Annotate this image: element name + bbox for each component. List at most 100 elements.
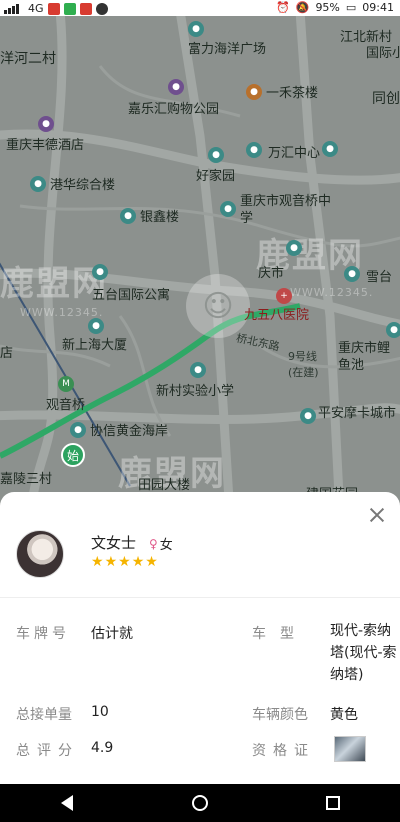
poi-jialehui-pin[interactable]: ●	[168, 79, 184, 95]
star-icon: ★	[104, 554, 118, 570]
poi-pin-extra-2[interactable]: ●	[344, 266, 360, 282]
poi-wutai-pin[interactable]: ●	[92, 264, 108, 280]
school-icon-2: ●	[190, 362, 206, 378]
poi-label: 协信黄金海岸	[90, 424, 169, 439]
poi-label-fengde: 重庆丰德酒店	[6, 138, 85, 153]
rating-stars: ★ ★ ★ ★ ★	[91, 555, 158, 569]
poi-label-pingan: 平安摩卡城市	[318, 406, 397, 421]
back-icon	[60, 795, 73, 811]
back-button[interactable]	[47, 788, 87, 818]
label-qingshi: 庆市	[258, 266, 285, 281]
status-left: 4G	[4, 2, 108, 15]
score-value: 4.9	[91, 740, 114, 756]
score-label: 总评分	[16, 743, 79, 759]
building-icon-5: ●	[286, 240, 302, 256]
model-label: 车 型	[252, 626, 294, 642]
start-marker[interactable]: 始	[61, 443, 85, 467]
building-icon-2: ●	[322, 141, 338, 157]
poi-label: 一禾茶楼	[266, 86, 319, 101]
poi-xiexin[interactable]: ● 协信黄金海岸	[70, 420, 168, 439]
recents-button[interactable]	[313, 788, 353, 818]
building-icon-9: ●	[70, 421, 86, 438]
app-notification-icon-3	[95, 2, 108, 15]
poi-guanyinqiao-school-pin[interactable]: ●	[220, 201, 236, 217]
signal-icon	[4, 3, 24, 14]
poi-label-xinshanghai: 新上海大厦	[62, 338, 128, 353]
cert-label: 资格证	[252, 743, 315, 759]
poi-wanhui-pin-2[interactable]: ●	[322, 141, 338, 157]
poi-yihe[interactable]: ● 一禾茶楼	[246, 82, 318, 101]
poi-guanyinqiao-metro-pin[interactable]: M	[58, 376, 74, 392]
label-metro-line: 9号线	[288, 350, 317, 363]
star-icon: ★	[118, 554, 131, 570]
poi-pingan-pin[interactable]: ●	[300, 408, 316, 424]
app-notification-icon-2	[79, 2, 92, 15]
hotel-icon: ●	[38, 116, 54, 132]
alarm-icon: ⏰	[276, 1, 290, 14]
poi-ganghua[interactable]: ● 港华综合楼	[30, 174, 115, 193]
network-label: 4G	[28, 2, 44, 15]
poi-label: 港华综合楼	[50, 178, 116, 193]
building-icon-3: ●	[30, 175, 46, 192]
battery-icon: ▭	[345, 1, 357, 14]
hospital-icon: +	[276, 288, 292, 304]
home-icon	[191, 795, 208, 811]
driver-gender: ♀ 女	[149, 534, 173, 554]
star-icon: ★	[91, 554, 104, 570]
metro-icon: M	[58, 376, 74, 392]
plate-label: 车牌号	[16, 626, 70, 642]
recents-icon	[326, 796, 341, 810]
building-icon-4: ●	[120, 207, 136, 224]
model-value: 现代-索纳塔(现代-索纳塔)	[330, 623, 397, 683]
orders-label: 总接单量	[16, 707, 72, 723]
system-nav-bar	[0, 784, 400, 822]
poi-haojiayuan-pin[interactable]: ●	[208, 147, 224, 163]
poi-label-school: 重庆市观音桥中学	[240, 194, 332, 226]
poi-label-metro: 观音桥	[46, 398, 86, 413]
poi-fuli[interactable]: ●	[188, 21, 204, 37]
driver-avatar	[16, 530, 64, 578]
poi-label-hospital: 九五八医院	[244, 308, 310, 323]
poi-label-haojiayuan: 好家园	[196, 169, 236, 184]
poi-label-xincun: 新村实验小学	[156, 384, 235, 399]
label-metro-note: (在建)	[288, 366, 319, 379]
poi-958-hospital-pin[interactable]: +	[276, 288, 292, 304]
home-button[interactable]	[180, 788, 220, 818]
watermark-logo-icon: ☺	[186, 274, 250, 338]
label-tianyuan: 田园大楼	[138, 478, 191, 493]
poi-pin-icon: ●	[188, 21, 204, 37]
gender-label: 女	[159, 538, 173, 553]
poi-yinxin[interactable]: ● 银鑫楼	[120, 206, 179, 225]
poi-wanhui-pin[interactable]: ●	[246, 142, 262, 158]
label-yanghe: 洋河二村	[0, 51, 56, 67]
battery-level: 95%	[315, 1, 340, 14]
map-view[interactable]: 鹿盟网 鹿盟网 鹿盟网 WWW.12345. WWW.12345. ☺ ● 富力…	[0, 16, 400, 506]
label-dian: 店	[0, 346, 14, 361]
mute-icon: 🔕	[295, 1, 310, 14]
poi-label-wanhui: 万汇中心	[268, 146, 321, 161]
certificate-image[interactable]	[334, 736, 366, 762]
poi-label-fuli: 富力海洋广场	[188, 42, 267, 57]
close-button[interactable]	[368, 506, 386, 524]
poi-xinshanghai-pin[interactable]: ●	[88, 318, 104, 334]
clock: 09:41	[362, 1, 394, 14]
driver-info-sheet: 文女士 ♀ 女 ★ ★ ★ ★ ★ 车牌号 估计就 车 型 现代-索纳塔(现代-…	[0, 492, 400, 784]
poi-pin-extra[interactable]: ●	[286, 240, 302, 256]
apartment-icon: ●	[92, 264, 108, 280]
star-icon: ★	[131, 554, 145, 570]
orders-value: 10	[91, 704, 109, 720]
poi-xincun-school-pin[interactable]: ●	[190, 362, 206, 378]
shopping-icon: ●	[168, 79, 184, 95]
color-value: 黄色	[330, 707, 358, 723]
driver-name: 文女士	[91, 534, 137, 552]
divider	[0, 597, 400, 598]
building-icon: ●	[246, 142, 262, 158]
label-guoji: 国际小	[366, 46, 400, 61]
residence-icon: ●	[208, 147, 224, 163]
plate-value: 估计就	[91, 626, 133, 642]
poi-label-wutai: 五台国际公寓	[92, 288, 171, 303]
poi-label-jialehui: 嘉乐汇购物公园	[128, 102, 220, 117]
poi-pin-extra-3[interactable]: ●	[386, 322, 400, 338]
poi-fengde-pin[interactable]: ●	[38, 116, 54, 132]
building-icon-8: ●	[386, 322, 400, 338]
